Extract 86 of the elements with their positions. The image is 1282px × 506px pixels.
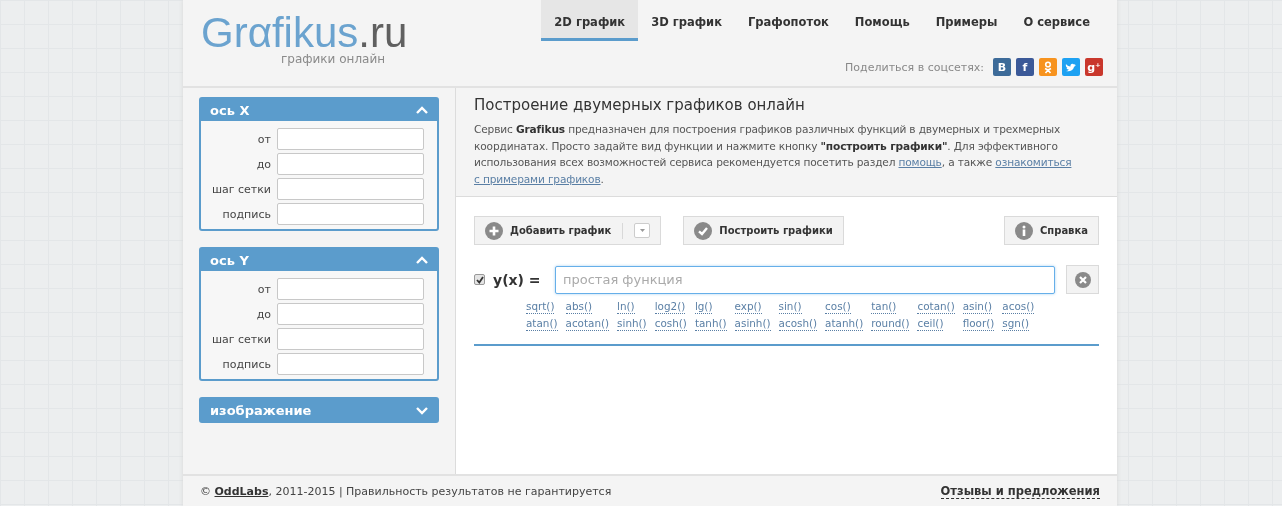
checkmark-icon bbox=[475, 275, 484, 284]
field-label: до bbox=[255, 157, 271, 171]
field-label: шаг сетки bbox=[210, 182, 271, 196]
logo-tagline: графики онлайн bbox=[281, 52, 387, 66]
function-link[interactable]: sinh() bbox=[617, 317, 647, 332]
input-field[interactable] bbox=[277, 353, 424, 375]
function-link[interactable]: floor() bbox=[962, 317, 995, 332]
field-label: от bbox=[256, 282, 271, 296]
share-button[interactable]: f bbox=[1016, 58, 1034, 76]
field-label: подпись bbox=[221, 207, 271, 221]
function-link[interactable]: acosh() bbox=[778, 317, 818, 332]
function-link[interactable]: log2() bbox=[654, 300, 686, 315]
input-field[interactable] bbox=[277, 278, 424, 300]
panel-header[interactable]: изображение bbox=[201, 399, 437, 421]
bird-icon bbox=[1065, 61, 1077, 73]
function-link[interactable]: tanh() bbox=[694, 317, 727, 332]
function-label: y(x) = bbox=[493, 271, 542, 288]
function-link[interactable]: ln() bbox=[617, 300, 635, 315]
remove-button[interactable] bbox=[1066, 265, 1099, 295]
function-link[interactable]: cos() bbox=[825, 300, 851, 315]
nav-tab[interactable]: Помощь bbox=[841, 0, 923, 41]
text-link[interactable]: с примерами графиков bbox=[474, 172, 601, 185]
panel-title: ось Y bbox=[210, 252, 249, 268]
function-link[interactable]: ceil() bbox=[917, 317, 944, 332]
share-label: Поделиться в соцсетях: bbox=[845, 60, 984, 74]
function-link[interactable]: asin() bbox=[962, 300, 993, 315]
function-link[interactable]: acotan() bbox=[565, 317, 610, 332]
intro-text: Сервис Grafikus предназначен для построения графиков различных функций в двумерных и трехмерных координатах. Просто задайте вид функции и нажмите кнопку "построить графики". Для эффективного использования всех возможностей сервиса рекомендуется посетить раздел помощь, а также ознакомиться с примерами графиков. bbox=[474, 122, 1073, 187]
panel-header[interactable]: ось X bbox=[201, 99, 437, 121]
function-link[interactable]: exp() bbox=[734, 300, 762, 315]
field-label: шаг сетки bbox=[210, 332, 271, 346]
person-icon bbox=[1043, 60, 1053, 74]
input-field[interactable] bbox=[277, 128, 424, 150]
logo-text[interactable]: Grαfikus.ru bbox=[201, 12, 408, 54]
panel-header[interactable]: ось Y bbox=[201, 249, 437, 271]
text-link[interactable]: ознакомиться bbox=[995, 156, 1072, 169]
plus-icon bbox=[485, 221, 503, 240]
field-label: подпись bbox=[221, 357, 271, 371]
page-title: Построение двумерных графиков онлайн bbox=[474, 96, 806, 114]
input-field[interactable] bbox=[277, 303, 424, 325]
checkbox[interactable] bbox=[474, 274, 485, 286]
share-button[interactable] bbox=[1062, 58, 1080, 76]
help-button[interactable]: Справка bbox=[1003, 216, 1099, 246]
share-button[interactable]: g⁺ bbox=[1085, 58, 1103, 76]
function-link[interactable]: asinh() bbox=[734, 317, 771, 332]
function-link[interactable]: cosh() bbox=[654, 317, 687, 332]
nav-tab[interactable]: Примеры bbox=[922, 0, 1011, 41]
add-graph-button[interactable]: Добавить график bbox=[474, 216, 662, 246]
caret-icon bbox=[639, 229, 645, 233]
field-label: от bbox=[256, 132, 271, 146]
checkmark-icon bbox=[694, 221, 713, 240]
feedback-link[interactable]: Отзывы и предложения bbox=[940, 484, 1100, 499]
nav-tab[interactable]: 2D график bbox=[541, 0, 639, 41]
share-button[interactable] bbox=[1039, 58, 1057, 76]
dropdown-toggle[interactable] bbox=[634, 223, 651, 239]
function-link[interactable]: lg() bbox=[694, 300, 713, 315]
function-link[interactable]: tan() bbox=[871, 300, 897, 315]
panel-title: изображение bbox=[210, 402, 312, 418]
field-label: до bbox=[255, 307, 271, 321]
input-field[interactable] bbox=[277, 203, 424, 225]
function-link[interactable]: sgn() bbox=[1002, 317, 1030, 332]
function-link[interactable]: round() bbox=[871, 317, 910, 332]
input-field[interactable] bbox=[277, 328, 424, 350]
function-link[interactable]: cotan() bbox=[917, 300, 955, 315]
input-field[interactable] bbox=[277, 178, 424, 200]
panel-title: ось X bbox=[210, 102, 250, 118]
chevron-up-icon bbox=[416, 105, 428, 115]
function-link[interactable]: sin() bbox=[778, 300, 802, 315]
copyright-text: © OddLabs, 2011-2015 | Правильность результатов не гарантируется bbox=[200, 485, 612, 498]
info-icon bbox=[1014, 221, 1033, 240]
chevron-up-icon bbox=[416, 255, 428, 265]
function-link[interactable]: sqrt() bbox=[526, 300, 555, 315]
close-icon bbox=[1074, 271, 1091, 288]
nav-tab[interactable]: Графопоток bbox=[735, 0, 842, 41]
share-button[interactable]: B bbox=[993, 58, 1011, 76]
function-link[interactable]: atanh() bbox=[825, 317, 864, 332]
build-graphs-button[interactable]: Построить графики bbox=[683, 216, 844, 246]
nav-tab[interactable]: 3D график bbox=[638, 0, 735, 41]
chevron-down-icon bbox=[416, 405, 428, 415]
input-field[interactable] bbox=[277, 153, 424, 175]
nav-tab[interactable]: О сервисе bbox=[1010, 0, 1103, 41]
text-link[interactable]: помощь bbox=[898, 156, 942, 169]
function-link[interactable]: acos() bbox=[1002, 300, 1035, 315]
function-link[interactable]: atan() bbox=[526, 317, 558, 332]
function-input[interactable]: простая функция bbox=[555, 265, 1055, 294]
function-link[interactable]: abs() bbox=[565, 300, 592, 315]
